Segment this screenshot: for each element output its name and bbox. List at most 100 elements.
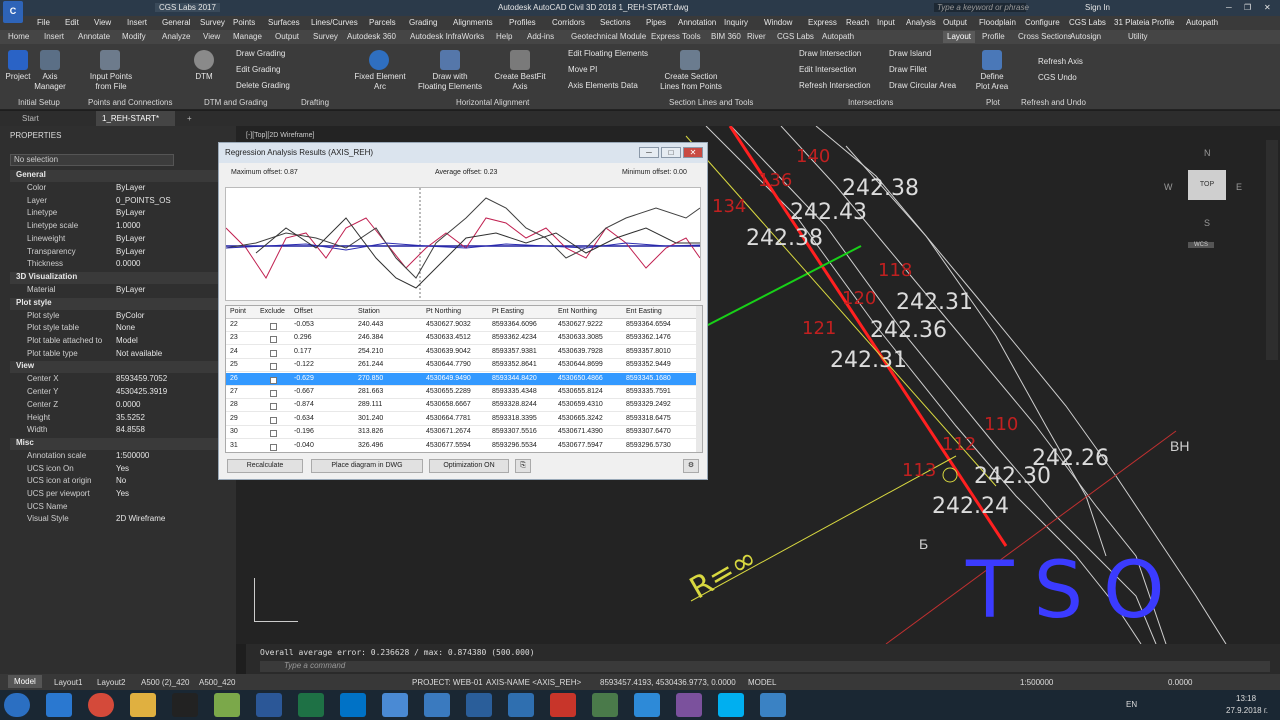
prop-row[interactable]: Plot style ByColor <box>0 311 222 323</box>
table-row[interactable]: 25 -0.122 261.244 4530644.7790 8593352.8641 4… <box>226 359 696 373</box>
tab-start[interactable]: Start <box>22 114 39 123</box>
project-icon[interactable] <box>8 50 28 70</box>
draw-floating-elements-button[interactable]: Draw with Floating Elements <box>414 72 486 92</box>
prop-value[interactable]: 35.5252 <box>116 413 145 422</box>
prop-row[interactable]: Lineweight ByLayer <box>0 234 222 246</box>
define-plot-area-button[interactable]: Define Plot Area <box>972 72 1012 92</box>
create-section-lines-button[interactable]: Create Section Lines from Points <box>656 72 726 92</box>
input-points-icon[interactable] <box>100 50 120 70</box>
draw-island-button[interactable]: Draw Island <box>889 49 931 59</box>
menu-grading[interactable]: Grading <box>409 18 437 27</box>
ribbon-tab-home[interactable]: Home <box>8 32 29 41</box>
table-row[interactable]: 30 -0.196 313.826 4530671.2674 8593307.5516 4… <box>226 426 696 440</box>
prop-value[interactable]: ByLayer <box>116 208 145 217</box>
ribbon-tab-analyze[interactable]: Analyze <box>162 32 190 41</box>
menu-express[interactable]: Express <box>808 18 837 27</box>
cgs-undo-button[interactable]: CGS Undo <box>1038 73 1077 83</box>
settings-icon[interactable]: ⚙ <box>683 459 699 473</box>
column-header[interactable]: Station <box>358 308 380 315</box>
menu-surfaces[interactable]: Surfaces <box>268 18 300 27</box>
menu-insert[interactable]: Insert <box>127 18 147 27</box>
ribbon-tab-geotechnical-module[interactable]: Geotechnical Module <box>571 32 646 41</box>
menu-inquiry[interactable]: Inquiry <box>724 18 748 27</box>
outlook-icon[interactable] <box>340 693 366 717</box>
panel-horizontal-alignment[interactable]: Horizontal Alignment <box>456 98 529 107</box>
place-diagram-button[interactable]: Place diagram in DWG <box>311 459 423 473</box>
maximize-icon[interactable]: ❐ <box>1244 3 1251 12</box>
panel-intersections[interactable]: Intersections <box>848 98 893 107</box>
prop-value[interactable]: Yes <box>116 489 129 498</box>
annotation-scale[interactable]: 1:500000 <box>1020 678 1053 687</box>
workspace-selector[interactable]: CGS Labs 2017 <box>155 3 220 12</box>
prop-section-view[interactable]: View <box>10 361 222 374</box>
autocad-icon[interactable] <box>466 693 492 717</box>
menu-cgs-labs[interactable]: CGS Labs <box>1069 18 1106 27</box>
sign-in-button[interactable]: Sign In <box>1085 3 1110 12</box>
prop-value[interactable]: Yes <box>116 464 129 473</box>
chrome-icon[interactable] <box>88 693 114 717</box>
panel-section-lines[interactable]: Section Lines and Tools <box>669 98 753 107</box>
ribbon-tab-profile[interactable]: Profile <box>982 32 1005 41</box>
prop-row[interactable]: Layer 0_POINTS_OS <box>0 196 222 208</box>
ribbon-tab-autopath[interactable]: Autopath <box>822 32 854 41</box>
fixed-element-arc-button[interactable]: Fixed Element Arc <box>350 72 410 92</box>
dtm-button[interactable]: DTM <box>190 72 218 82</box>
menu-pipes[interactable]: Pipes <box>646 18 666 27</box>
ribbon-tab-autodesk-360[interactable]: Autodesk 360 <box>347 32 396 41</box>
menu-view[interactable]: View <box>94 18 111 27</box>
wcs-menu[interactable]: WCS <box>1188 242 1214 248</box>
table-row[interactable]: 31 -0.040 326.496 4530677.5594 8593296.5534 4… <box>226 440 696 452</box>
app-icon-3[interactable] <box>592 693 618 717</box>
checkbox-box[interactable] <box>270 349 277 357</box>
checkbox-box[interactable] <box>270 336 277 344</box>
bestfit-icon[interactable] <box>510 50 530 70</box>
app-icon-2[interactable] <box>424 693 450 717</box>
command-input[interactable]: Type a command <box>260 661 1270 672</box>
checkbox-box[interactable] <box>270 323 277 330</box>
menu-points[interactable]: Points <box>233 18 255 27</box>
pdf-icon[interactable] <box>550 693 576 717</box>
prop-section-misc[interactable]: Misc <box>10 437 222 450</box>
ribbon-tab-survey[interactable]: Survey <box>313 32 338 41</box>
ie-icon[interactable] <box>46 693 72 717</box>
prop-row[interactable]: Height 35.5252 <box>0 413 222 425</box>
edit-floating-elements-button[interactable]: Edit Floating Elements <box>568 49 648 59</box>
ribbon-tab-cgs-labs[interactable]: CGS Labs <box>777 32 814 41</box>
prop-row[interactable]: Thickness 0.0000 <box>0 259 222 271</box>
panel-plot[interactable]: Plot <box>986 98 1000 107</box>
ribbon-tab-modify[interactable]: Modify <box>122 32 146 41</box>
prop-row[interactable]: Plot table attached to Model <box>0 336 222 348</box>
prop-value[interactable]: ByLayer <box>116 285 145 294</box>
viewcube-top-face[interactable]: TOP <box>1188 170 1226 200</box>
model-space-button[interactable]: MODEL <box>748 678 776 687</box>
axis-elements-data-button[interactable]: Axis Elements Data <box>568 81 638 91</box>
input-points-button[interactable]: Input Points from File <box>82 72 140 92</box>
panel-dtm-grading[interactable]: DTM and Grading <box>204 98 268 107</box>
table-row[interactable]: 29 -0.634 301.240 4530664.7781 8593318.3395 4… <box>226 413 696 426</box>
app-logo-icon[interactable]: C <box>3 1 23 23</box>
menu-general[interactable]: General <box>162 18 190 27</box>
new-tab-icon[interactable]: + <box>187 114 192 123</box>
tab-layout1[interactable]: Layout1 <box>54 678 82 687</box>
draw-fillet-button[interactable]: Draw Fillet <box>889 65 927 75</box>
plot-area-icon[interactable] <box>982 50 1002 70</box>
ribbon-tab-river[interactable]: River <box>747 32 766 41</box>
ribbon-tab-bim-360[interactable]: BIM 360 <box>711 32 741 41</box>
word-icon[interactable] <box>256 693 282 717</box>
checkbox-box[interactable] <box>270 430 277 438</box>
project-button[interactable]: Project <box>2 72 34 82</box>
ribbon-tab-utility[interactable]: Utility <box>1128 32 1148 41</box>
section-lines-icon[interactable] <box>680 50 700 70</box>
table-row[interactable]: 23 0.296 246.384 4530633.4512 8593362.4234 45… <box>226 332 696 346</box>
prop-row[interactable]: UCS icon at origin No <box>0 476 222 488</box>
skype-icon[interactable] <box>718 693 744 717</box>
prop-value[interactable]: ByLayer <box>116 183 145 192</box>
checkbox-box[interactable] <box>270 363 277 371</box>
fixed-element-icon[interactable] <box>369 50 389 70</box>
menu-survey[interactable]: Survey <box>200 18 225 27</box>
navigation-bar[interactable] <box>1266 140 1278 360</box>
menu-window[interactable]: Window <box>764 18 792 27</box>
panel-refresh-undo[interactable]: Refresh and Undo <box>1021 98 1086 107</box>
menu-file[interactable]: File <box>37 18 50 27</box>
app-r-icon[interactable] <box>172 693 198 717</box>
